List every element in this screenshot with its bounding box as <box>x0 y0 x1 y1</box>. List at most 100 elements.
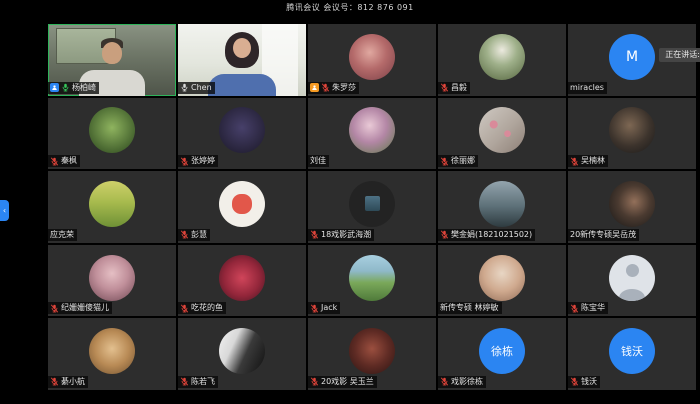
name-label: 应克荣 <box>48 229 77 241</box>
name-label: 戏影徐栋 <box>438 376 486 388</box>
name-label: 彭慧 <box>178 229 210 241</box>
avatar <box>349 255 395 301</box>
participant-tile[interactable]: 秦枫 <box>48 98 176 170</box>
participant-name: 20新传专硕吴岳茂 <box>570 230 636 240</box>
participant-name: 秦枫 <box>61 156 77 166</box>
name-label: 18戏影武海潮 <box>308 229 374 241</box>
speaking-indicator: 正在讲话: <box>659 48 700 62</box>
muted-mic-icon <box>180 377 189 386</box>
participant-tile[interactable]: 陈若飞 <box>178 318 306 390</box>
avatar: 钱沃 <box>609 328 655 374</box>
participant-tile[interactable]: 彭慧 <box>178 171 306 243</box>
name-label: miracles <box>568 82 607 94</box>
person-icon <box>311 84 318 91</box>
participant-tile[interactable]: Jack <box>308 245 436 317</box>
avatar <box>609 107 655 153</box>
participant-tile[interactable]: 綦小航 <box>48 318 176 390</box>
participant-tile[interactable]: 吴楠林 <box>568 98 696 170</box>
participant-tile[interactable]: 徐丽娜 <box>438 98 566 170</box>
window-titlebar: 腾讯会议 会议号：812 876 091 <box>0 0 700 14</box>
muted-mic-icon <box>180 157 189 166</box>
avatar <box>89 328 135 374</box>
avatar <box>609 181 655 227</box>
participant-name: 徐丽娜 <box>451 156 475 166</box>
muted-mic-icon <box>570 304 579 313</box>
video-person-face <box>102 42 122 64</box>
mic-icon <box>180 83 189 92</box>
participant-grid: 杨柏崎 Chen 朱罗莎 昌毅 Mmiracles 秦枫 张婷婷 刘佳徐丽娜 吴楠林应克荣 彭慧 1… <box>48 24 696 390</box>
participant-tile[interactable]: 杨柏崎 <box>48 24 176 96</box>
avatar-initials: 徐栋 <box>491 343 513 359</box>
muted-mic-icon <box>50 157 59 166</box>
participant-tile[interactable]: 朱罗莎 <box>308 24 436 96</box>
member-badge-icon <box>310 83 319 92</box>
participant-name: 杨柏崎 <box>72 83 96 93</box>
participant-name: Chen <box>191 83 212 93</box>
host-badge-icon <box>50 83 59 92</box>
person-icon <box>51 84 58 91</box>
avatar-initials: M <box>626 49 638 65</box>
participant-tile[interactable]: 18戏影武海潮 <box>308 171 436 243</box>
participant-name: 陈宝华 <box>581 303 605 313</box>
muted-mic-icon <box>310 304 319 313</box>
participant-tile[interactable]: Chen <box>178 24 306 96</box>
avatar <box>609 255 655 301</box>
muted-mic-icon <box>180 230 189 239</box>
name-label: 綦小航 <box>48 376 88 388</box>
name-label: 吴楠林 <box>568 155 608 167</box>
muted-mic-icon <box>440 230 449 239</box>
participant-tile[interactable]: 应克荣 <box>48 171 176 243</box>
participant-tile[interactable]: 陈宝华 <box>568 245 696 317</box>
avatar <box>479 255 525 301</box>
avatar <box>479 34 525 80</box>
participant-name: 钱沃 <box>581 377 597 387</box>
participant-tile[interactable]: 樊金娟(1821021502) <box>438 171 566 243</box>
name-label: 秦枫 <box>48 155 80 167</box>
participant-name: 20戏影 吴玉兰 <box>321 377 374 387</box>
avatar <box>89 181 135 227</box>
participant-tile[interactable]: 徐栋戏影徐栋 <box>438 318 566 390</box>
participant-tile[interactable]: 钱沃钱沃 <box>568 318 696 390</box>
avatar <box>479 181 525 227</box>
name-label: 吃花的鱼 <box>178 302 226 314</box>
participant-name: 樊金娟(1821021502) <box>451 230 532 240</box>
name-label: Chen <box>178 82 215 94</box>
muted-mic-icon <box>310 377 319 386</box>
participant-name: 彭慧 <box>191 230 207 240</box>
participant-tile[interactable]: 吃花的鱼 <box>178 245 306 317</box>
muted-mic-icon <box>440 83 449 92</box>
name-label: 朱罗莎 <box>308 82 359 94</box>
name-label: 张婷婷 <box>178 155 218 167</box>
participant-tile[interactable]: 20戏影 吴玉兰 <box>308 318 436 390</box>
name-label: 纪姗姗傻猫儿 <box>48 302 112 314</box>
avatar <box>349 34 395 80</box>
avatar <box>219 328 265 374</box>
participant-tile[interactable]: 张婷婷 <box>178 98 306 170</box>
participant-tile[interactable]: 20新传专硕吴岳茂 <box>568 171 696 243</box>
participant-name: Jack <box>321 303 337 313</box>
avatar <box>479 107 525 153</box>
name-label: 新传专硕 林婷敏 <box>438 302 502 314</box>
participant-tile[interactable]: 新传专硕 林婷敏 <box>438 245 566 317</box>
meeting-window: { "window": { "title": "腾讯会议 会议号：812 876… <box>0 0 700 404</box>
participant-list-collapse-tab[interactable]: ‹ <box>0 200 9 221</box>
avatar-initials: 钱沃 <box>621 343 643 359</box>
avatar <box>89 255 135 301</box>
muted-mic-icon <box>570 157 579 166</box>
avatar <box>219 107 265 153</box>
avatar <box>89 107 135 153</box>
participant-name: 18戏影武海潮 <box>321 230 371 240</box>
muted-mic-icon <box>440 157 449 166</box>
participant-tile[interactable]: 纪姗姗傻猫儿 <box>48 245 176 317</box>
avatar: M <box>609 34 655 80</box>
name-label: 陈宝华 <box>568 302 608 314</box>
participant-name: 纪姗姗傻猫儿 <box>61 303 109 313</box>
muted-mic-icon <box>321 83 330 92</box>
muted-mic-icon <box>440 377 449 386</box>
avatar <box>219 255 265 301</box>
participant-name: 朱罗莎 <box>332 83 356 93</box>
participant-name: 陈若飞 <box>191 377 215 387</box>
participant-name: 吴楠林 <box>581 156 605 166</box>
participant-tile[interactable]: 昌毅 <box>438 24 566 96</box>
participant-tile[interactable]: 刘佳 <box>308 98 436 170</box>
